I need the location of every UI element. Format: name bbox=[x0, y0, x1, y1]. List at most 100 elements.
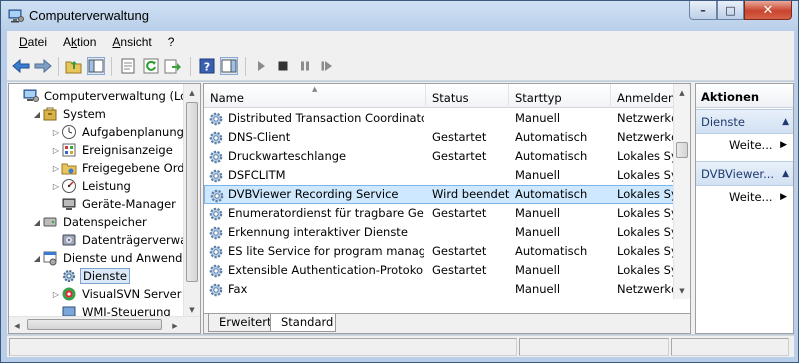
tree-item-label: Freigegebene Ordne bbox=[82, 161, 185, 175]
service-row[interactable]: Enumeratordienst für tragbare Geräte Gest… bbox=[204, 204, 674, 223]
action-more-actions-dienste[interactable]: Weite... ▶ bbox=[696, 134, 793, 156]
start-service-button[interactable] bbox=[252, 57, 270, 75]
service-name: ES lite Service for program manage... bbox=[228, 244, 424, 258]
stop-service-button[interactable] bbox=[274, 57, 292, 75]
properties-button[interactable] bbox=[119, 57, 137, 75]
service-row[interactable]: Erkennung interaktiver Dienste Manuell Lok… bbox=[204, 223, 674, 242]
tree-hscroll-thumb[interactable] bbox=[27, 319, 162, 330]
list-scroll-thumb[interactable] bbox=[676, 142, 688, 158]
expand-collapse-icon[interactable]: ▷ bbox=[51, 164, 61, 173]
show-action-pane-icon bbox=[221, 59, 237, 73]
service-row[interactable]: Druckwarteschlange Gestartet Automatisch Lo… bbox=[204, 147, 674, 166]
pause-service-icon bbox=[301, 61, 309, 71]
tree-item[interactable]: ◢ Dienste und Anwendung bbox=[9, 249, 185, 267]
tree-item[interactable]: ▷ VisualSVN Server bbox=[9, 285, 183, 303]
tree-item-label: Datenträgerverwaltu bbox=[82, 233, 185, 247]
up-folder-button[interactable] bbox=[65, 57, 83, 75]
tree-item[interactable]: ▷ Aufgabenplanung bbox=[9, 123, 185, 141]
service-row[interactable]: DVBViewer Recording Service Wird beendet A… bbox=[204, 185, 674, 204]
tree-item[interactable]: ▷ Freigegebene Ordne bbox=[9, 159, 185, 177]
status-panel bbox=[671, 338, 789, 356]
menu-ansicht[interactable]: Ansicht bbox=[104, 35, 159, 49]
service-status: Gestartet bbox=[432, 149, 487, 163]
tree-item[interactable]: Datenträgerverwaltu bbox=[9, 231, 185, 249]
scroll-up-icon[interactable]: ▲ bbox=[184, 84, 200, 101]
menu-help[interactable]: ? bbox=[160, 35, 183, 49]
list-vertical-scrollbar[interactable]: ▲ ▼ bbox=[673, 84, 690, 299]
action-more-actions-dvbviewer[interactable]: Weite... ▶ bbox=[696, 186, 793, 208]
submenu-arrow-icon: ▶ bbox=[780, 140, 787, 150]
service-row[interactable]: Extensible Authentication-Protokoll Gesta… bbox=[204, 261, 674, 280]
service-gear-icon bbox=[208, 149, 224, 165]
service-row[interactable]: Fax Manuell Netzwerkd bbox=[204, 280, 674, 299]
pause-service-button[interactable] bbox=[296, 57, 314, 75]
tree-item[interactable]: Dienste bbox=[9, 267, 130, 285]
tree-item[interactable]: Geräte-Manager bbox=[9, 195, 178, 213]
close-button[interactable]: ✕ bbox=[744, 1, 792, 20]
close-icon: ✕ bbox=[762, 2, 774, 18]
device-manager-icon bbox=[61, 196, 77, 212]
title-bar[interactable]: Computerverwaltung – □ ✕ bbox=[1, 1, 798, 31]
tab-standard[interactable]: Standard bbox=[270, 314, 336, 332]
list-rows: Distributed Transaction Coordinator Manue… bbox=[204, 109, 674, 299]
column-header-status[interactable]: Status bbox=[426, 84, 509, 108]
export-list-button[interactable] bbox=[164, 57, 182, 75]
tree-item[interactable]: Computerverwaltung (Loka bbox=[9, 87, 185, 105]
menu-aktion[interactable]: Aktion bbox=[55, 35, 104, 49]
minimize-button[interactable]: – bbox=[689, 1, 717, 20]
expand-collapse-icon[interactable]: ▷ bbox=[51, 128, 61, 137]
service-row[interactable]: Distributed Transaction Coordinator Manue… bbox=[204, 109, 674, 128]
service-gear-icon bbox=[208, 263, 224, 279]
scroll-left-icon[interactable]: ◀ bbox=[9, 317, 25, 333]
forward-button[interactable] bbox=[34, 57, 52, 75]
tree-item[interactable]: ▷ Leistung bbox=[9, 177, 133, 195]
tree-item[interactable]: ◢ Datenspeicher bbox=[9, 213, 149, 231]
service-name: Enumeratordienst für tragbare Geräte bbox=[228, 206, 424, 220]
service-row[interactable]: DSFCLITM Manuell Lokales Sy bbox=[204, 166, 674, 185]
collapse-icon[interactable]: ▲ bbox=[782, 110, 789, 133]
actions-section-dvbviewer[interactable]: DVBViewer... ▲ bbox=[696, 161, 793, 186]
tree-horizontal-scrollbar[interactable]: ◀ ▶ bbox=[9, 316, 200, 333]
tree-scroll-thumb[interactable] bbox=[186, 102, 198, 282]
expand-collapse-icon[interactable]: ◢ bbox=[32, 110, 42, 119]
back-button[interactable] bbox=[12, 57, 30, 75]
expand-collapse-icon[interactable]: ▷ bbox=[51, 146, 61, 155]
submenu-arrow-icon: ▶ bbox=[780, 192, 787, 202]
tree-item-label: Geräte-Manager bbox=[82, 197, 176, 211]
expand-collapse-icon[interactable]: ◢ bbox=[32, 254, 42, 263]
actions-section-dienste[interactable]: Dienste ▲ bbox=[696, 109, 793, 134]
main-content: Computerverwaltung (Loka◢System ▷ Aufgaben… bbox=[7, 82, 794, 334]
scroll-up-icon[interactable]: ▲ bbox=[674, 84, 690, 101]
help-button[interactable]: ? bbox=[198, 57, 216, 75]
column-header-anmelden[interactable]: Anmelden bbox=[611, 84, 674, 108]
service-logon: Lokales Sy bbox=[617, 263, 674, 277]
service-row[interactable]: ES lite Service for program manage... Ges… bbox=[204, 242, 674, 261]
service-status bbox=[432, 223, 512, 242]
tree-item[interactable]: ◢ System bbox=[9, 105, 108, 123]
refresh-button[interactable] bbox=[142, 57, 160, 75]
collapse-icon[interactable]: ▲ bbox=[782, 162, 789, 185]
service-starttype: Automatisch bbox=[515, 244, 588, 258]
maximize-button[interactable]: □ bbox=[717, 1, 744, 20]
start-service-icon bbox=[258, 61, 265, 71]
expand-collapse-icon[interactable]: ▷ bbox=[51, 290, 61, 299]
menu-datei[interactable]: Datei bbox=[11, 35, 55, 49]
service-starttype: Manuell bbox=[515, 282, 561, 296]
service-row[interactable]: DNS-Client Gestartet Automatisch Netzwerkd bbox=[204, 128, 674, 147]
scroll-down-icon[interactable]: ▼ bbox=[674, 282, 690, 299]
scroll-right-icon[interactable]: ▶ bbox=[167, 317, 183, 333]
services-list: Name ▲ Status Starttyp Anmelden Distribu… bbox=[203, 83, 691, 334]
restart-service-button[interactable] bbox=[318, 57, 336, 75]
service-status bbox=[432, 109, 512, 128]
tab-erweitert[interactable]: Erweitert bbox=[208, 314, 272, 332]
expand-collapse-icon[interactable]: ◢ bbox=[32, 218, 42, 227]
column-header-starttyp[interactable]: Starttyp bbox=[509, 84, 611, 108]
tree-item-label: Aufgabenplanung bbox=[82, 125, 184, 139]
service-gear-icon bbox=[208, 168, 224, 184]
service-logon: Lokales Sy bbox=[617, 149, 674, 163]
show-action-pane-button[interactable] bbox=[220, 57, 238, 75]
tree-item[interactable]: ▷ Ereignisanzeige bbox=[9, 141, 175, 159]
tree-vertical-scrollbar[interactable]: ▲ ▼ bbox=[183, 84, 200, 318]
expand-collapse-icon[interactable]: ▷ bbox=[51, 182, 61, 191]
show-hide-tree-button[interactable] bbox=[87, 57, 105, 75]
